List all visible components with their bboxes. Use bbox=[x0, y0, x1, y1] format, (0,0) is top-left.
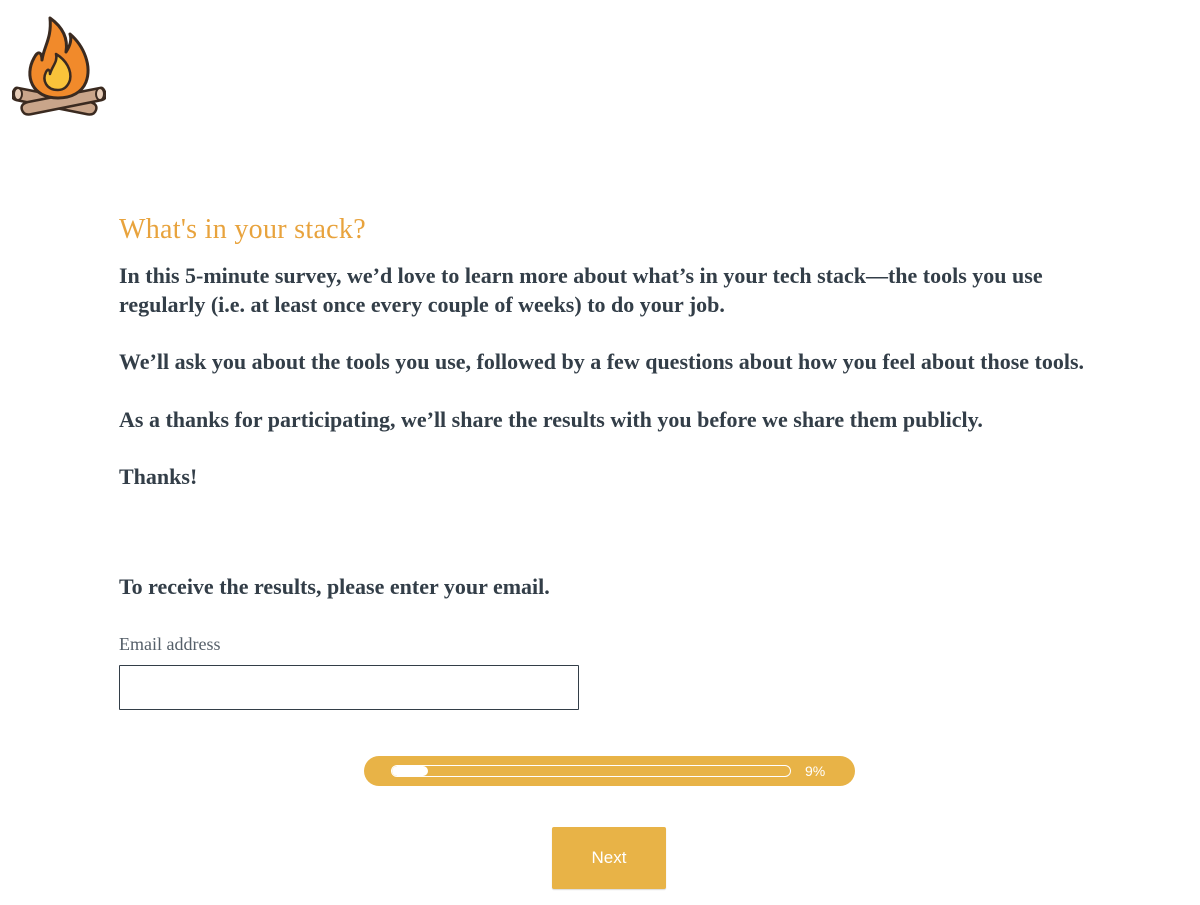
campfire-logo bbox=[10, 10, 108, 116]
email-field[interactable] bbox=[119, 665, 579, 710]
survey-title: What's in your stack? bbox=[119, 214, 366, 245]
progress-fill bbox=[392, 766, 428, 776]
intro-paragraph: We’ll ask you about the tools you use, f… bbox=[119, 349, 1085, 374]
campfire-icon bbox=[10, 16, 108, 116]
progress-label: 9% bbox=[805, 763, 826, 779]
next-button[interactable]: Next bbox=[552, 827, 666, 889]
email-label: Email address bbox=[119, 634, 221, 654]
progress-bar: 9% bbox=[364, 756, 855, 786]
progress-track bbox=[391, 765, 791, 777]
intro-paragraph: As a thanks for participating, we’ll sha… bbox=[119, 406, 983, 432]
intro-paragraph: Thanks! bbox=[119, 464, 198, 489]
survey-intro-section: What's in your stack? In this 5-minute s… bbox=[119, 210, 1109, 492]
email-question: To receive the results, please enter you… bbox=[119, 574, 550, 599]
intro-paragraph: In this 5-minute survey, we’d love to le… bbox=[119, 263, 1043, 317]
survey-intro: In this 5-minute survey, we’d love to le… bbox=[119, 262, 1109, 492]
